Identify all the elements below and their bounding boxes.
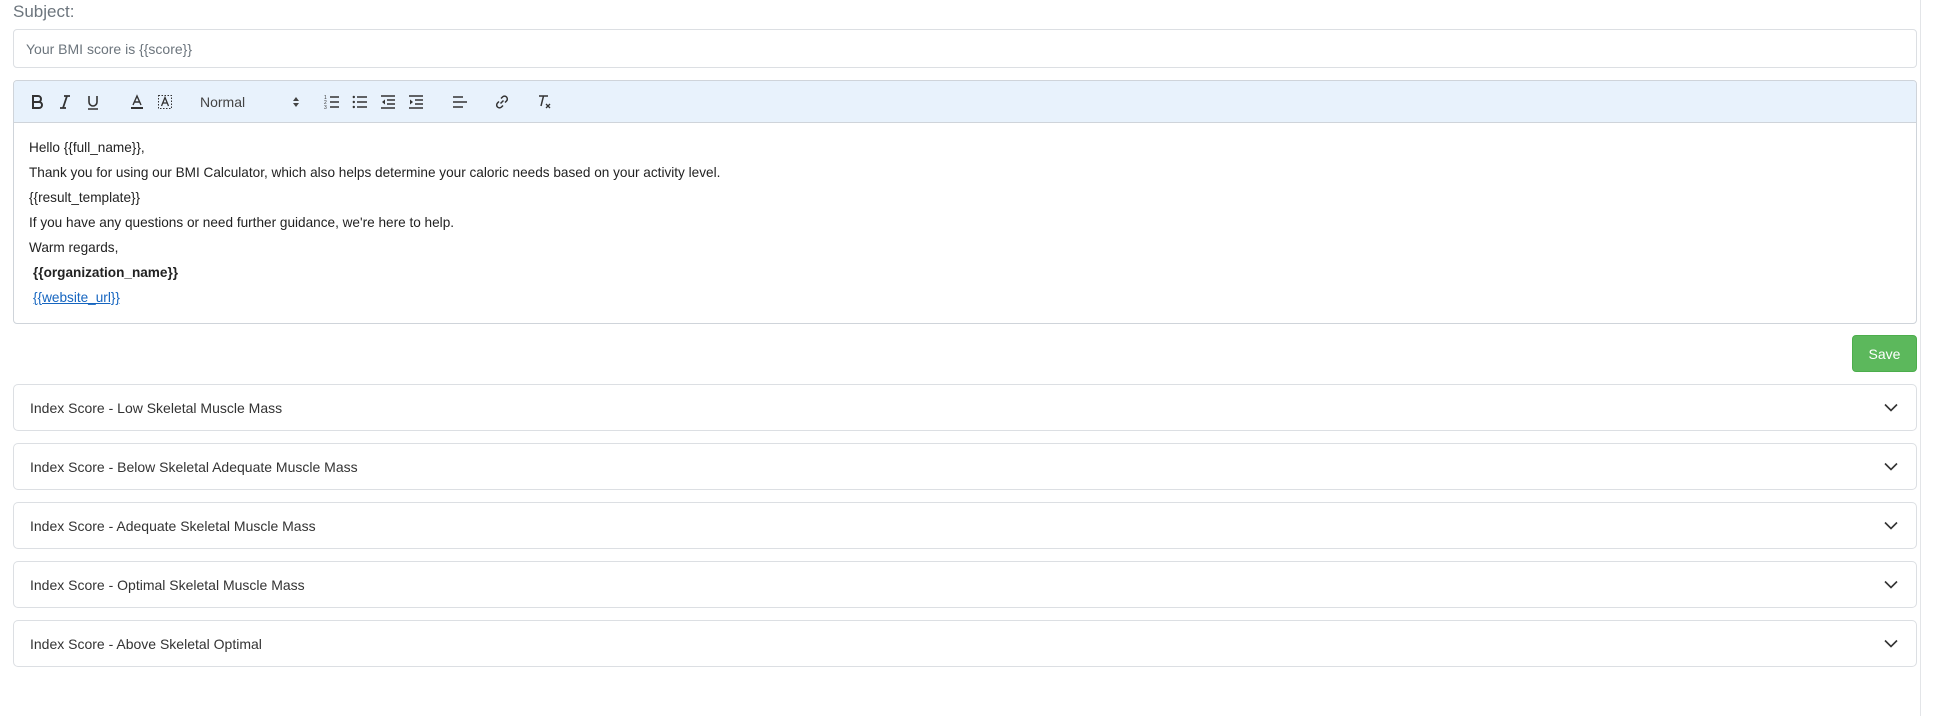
align-button[interactable] <box>448 90 472 114</box>
indent-button[interactable] <box>404 90 428 114</box>
bullet-list-icon <box>352 95 367 109</box>
accordion-title: Index Score - Below Skeletal Adequate Mu… <box>30 458 358 475</box>
bold-icon <box>32 95 43 109</box>
link-icon <box>495 95 509 109</box>
panel-divider <box>1920 0 1921 716</box>
editor-line: Thank you for using our BMI Calculator, … <box>29 165 721 180</box>
background-color-button[interactable] <box>153 90 177 114</box>
editor-line: {{result_template}} <box>29 190 141 205</box>
outdent-button[interactable] <box>376 90 400 114</box>
accordion-title: Index Score - Adequate Skeletal Muscle M… <box>30 517 316 534</box>
format-select[interactable]: Normal <box>200 90 304 114</box>
bullet-list-button[interactable] <box>348 90 372 114</box>
select-arrows-icon <box>293 97 299 107</box>
accordion-optimal-skeletal[interactable]: Index Score - Optimal Skeletal Muscle Ma… <box>13 561 1917 608</box>
text-color-button[interactable] <box>125 90 149 114</box>
clear-format-button[interactable] <box>532 90 556 114</box>
text-color-icon <box>131 94 143 109</box>
accordion-title: Index Score - Optimal Skeletal Muscle Ma… <box>30 576 305 593</box>
ordered-list-icon: 123 <box>324 95 339 110</box>
website-url-link[interactable]: {{website_url}} <box>29 290 120 305</box>
chevron-down-icon <box>1884 462 1898 471</box>
italic-button[interactable] <box>53 90 77 114</box>
italic-icon <box>60 95 70 109</box>
accordion-below-skeletal-adequate[interactable]: Index Score - Below Skeletal Adequate Mu… <box>13 443 1917 490</box>
editor-line: Hello {{full_name}}, <box>29 140 145 155</box>
outdent-icon <box>381 95 395 109</box>
rich-text-editor: Normal 123 Hello {{full_name}}, Thank yo… <box>13 80 1917 324</box>
underline-button[interactable] <box>81 90 105 114</box>
highlight-icon <box>158 95 172 109</box>
indent-icon <box>409 95 423 109</box>
save-button[interactable]: Save <box>1852 335 1917 372</box>
clear-format-icon <box>539 95 551 109</box>
link-button[interactable] <box>490 90 514 114</box>
accordion-title: Index Score - Low Skeletal Muscle Mass <box>30 399 283 416</box>
chevron-down-icon <box>1884 403 1898 412</box>
editor-line: Warm regards, <box>29 240 119 255</box>
align-left-icon <box>453 96 467 108</box>
accordion-low-skeletal-muscle-mass[interactable]: Index Score - Low Skeletal Muscle Mass <box>13 384 1917 431</box>
editor-toolbar: Normal 123 <box>14 81 1916 123</box>
underline-icon <box>88 96 98 110</box>
chevron-down-icon <box>1884 580 1898 589</box>
format-select-value: Normal <box>200 94 246 110</box>
editor-body[interactable]: Hello {{full_name}}, Thank you for using… <box>14 123 1916 320</box>
subject-input[interactable] <box>13 29 1917 68</box>
chevron-down-icon <box>1884 639 1898 648</box>
accordion-title: Index Score - Above Skeletal Optimal <box>30 635 262 652</box>
bold-button[interactable] <box>25 90 49 114</box>
accordion-adequate-skeletal[interactable]: Index Score - Adequate Skeletal Muscle M… <box>13 502 1917 549</box>
chevron-down-icon <box>1884 521 1898 530</box>
subject-label: Subject: <box>13 2 75 21</box>
accordion-above-skeletal-optimal[interactable]: Index Score - Above Skeletal Optimal <box>13 620 1917 667</box>
ordered-list-button[interactable]: 123 <box>320 90 344 114</box>
editor-line: If you have any questions or need furthe… <box>29 215 455 230</box>
svg-text:3: 3 <box>324 105 327 110</box>
organization-name-text: {{organization_name}} <box>33 265 179 280</box>
